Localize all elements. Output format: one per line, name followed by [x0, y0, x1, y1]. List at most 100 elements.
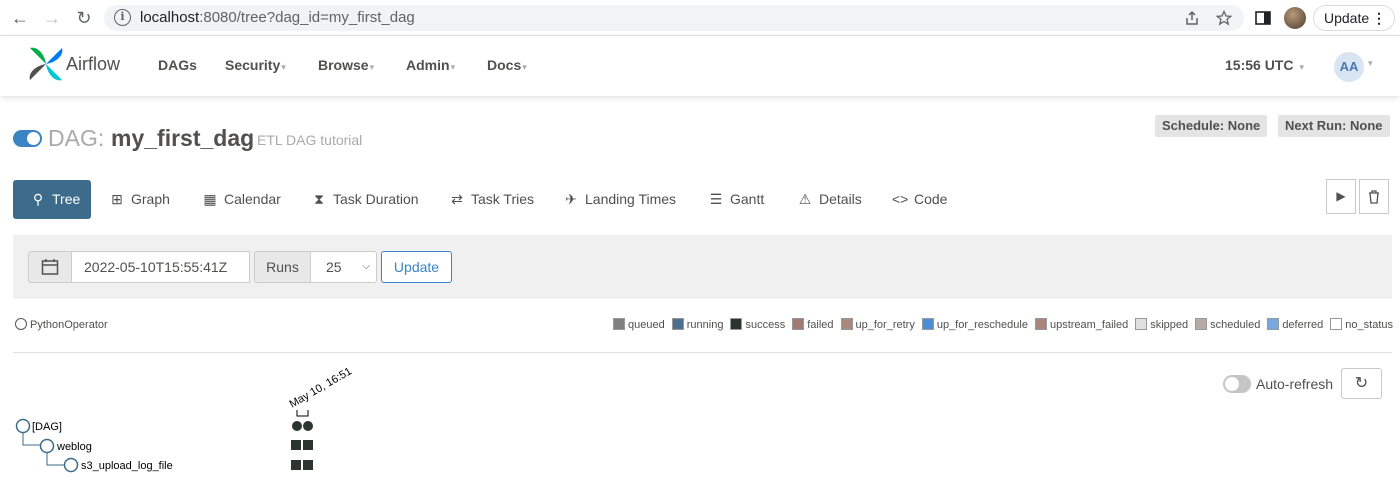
url-text[interactable]: localhost:8080/tree?dag_id=my_first_dag — [140, 9, 415, 26]
nav-browse[interactable]: Browse▾ — [318, 57, 374, 73]
operator-circle-icon — [15, 318, 27, 330]
utc-clock[interactable]: 15:56 UTC ▾ — [1225, 57, 1304, 73]
user-avatar[interactable]: AA — [1334, 52, 1364, 82]
dag-run-status[interactable] — [292, 421, 302, 431]
dag-prefix: DAG: — [48, 125, 105, 151]
tree-node-dag[interactable] — [15, 418, 31, 434]
state-legend-running[interactable]: running — [671, 318, 723, 331]
date-picker-button[interactable] — [28, 251, 72, 283]
state-swatch — [1267, 318, 1280, 330]
state-legend-up-for-reschedule[interactable]: up_for_reschedule — [921, 318, 1028, 331]
nav-security-label: Security — [225, 57, 281, 73]
next-run-badge: Next Run: None — [1278, 115, 1390, 137]
state-legend-up-for-retry[interactable]: up_for_retry — [840, 318, 915, 331]
caret-down-icon: ▾ — [369, 62, 375, 72]
share-icon[interactable] — [1184, 10, 1200, 26]
auto-refresh-toggle[interactable] — [1223, 375, 1251, 393]
tab-code-label: Code — [914, 191, 948, 207]
state-legend-scheduled[interactable]: scheduled — [1195, 318, 1260, 331]
site-info-icon[interactable]: i — [114, 9, 131, 26]
tab-graph[interactable]: ⊞ Graph — [109, 180, 170, 219]
tab-calendar[interactable]: ▦ Calendar — [202, 180, 280, 219]
state-label: failed — [807, 319, 834, 331]
divider — [13, 352, 1392, 353]
profile-avatar[interactable] — [1284, 7, 1306, 29]
toggle-knob — [1225, 377, 1239, 391]
state-swatch — [840, 318, 853, 330]
tab-tree[interactable]: ⚲ Tree — [13, 180, 91, 219]
reload-icon[interactable]: ↻ — [72, 6, 96, 30]
tree-node-weblog[interactable] — [39, 438, 55, 454]
plane-landing-icon: ✈ — [565, 191, 577, 207]
tab-tree-label: Tree — [52, 191, 81, 207]
trigger-dag-button[interactable]: ▶ — [1326, 179, 1356, 214]
forward-arrow-icon[interactable]: → — [40, 6, 64, 30]
nav-docs[interactable]: Docs▾ — [487, 57, 527, 73]
airflow-navbar: Airflow DAGs Security▾ Browse▾ Admin▾ Do… — [0, 36, 1400, 96]
runs-select[interactable]: 25 ⌵ — [310, 251, 377, 283]
task-instance-status[interactable] — [291, 440, 301, 450]
tree-view: May 10, 16:51 [DAG] weblog s3_upload_log… — [15, 365, 354, 473]
tab-task-duration-label: Task Duration — [333, 191, 419, 207]
tab-landing-times[interactable]: ✈ Landing Times — [563, 180, 676, 219]
browser-update-label: Update — [1324, 10, 1370, 26]
run-bracket — [296, 410, 309, 417]
dag-name: my_first_dag — [111, 125, 255, 151]
nav-dags-label: DAGs — [158, 57, 197, 73]
delete-dag-button[interactable] — [1359, 179, 1389, 214]
state-legend-upstream-failed[interactable]: upstream_failed — [1034, 318, 1128, 331]
code-icon: <> — [892, 191, 909, 207]
tree-node-s3-upload[interactable] — [63, 457, 79, 473]
tab-gantt[interactable]: ☰ Gantt — [708, 180, 765, 219]
back-arrow-icon[interactable]: ← — [8, 6, 32, 30]
state-legend-failed[interactable]: failed — [792, 318, 834, 331]
state-label: scheduled — [1210, 319, 1261, 331]
state-legend-skipped[interactable]: skipped — [1135, 318, 1188, 331]
state-legend-no-status[interactable]: no_status — [1330, 318, 1393, 331]
state-swatch — [921, 318, 934, 330]
state-label: up_for_retry — [855, 319, 915, 331]
nav-security[interactable]: Security▾ — [225, 57, 286, 73]
task-instance-status[interactable] — [303, 460, 313, 470]
tab-task-duration[interactable]: ⧗ Task Duration — [311, 180, 419, 219]
tab-gantt-label: Gantt — [730, 191, 765, 207]
state-swatch — [1195, 318, 1208, 330]
state-legend-queued[interactable]: queued — [613, 318, 665, 331]
caret-down-icon: ▾ — [450, 62, 456, 72]
tab-code[interactable]: <> Code — [892, 180, 947, 219]
refresh-button[interactable]: ↻ — [1341, 368, 1382, 399]
task-instance-status[interactable] — [303, 440, 313, 450]
caret-down-icon: ▾ — [522, 62, 527, 72]
dag-run-status[interactable] — [303, 421, 313, 431]
caret-down-icon: ▾ — [281, 62, 286, 72]
refresh-icon: ↻ — [1354, 375, 1369, 392]
tab-details[interactable]: ⚠ Details — [797, 180, 862, 219]
state-swatch — [1330, 318, 1343, 330]
tab-task-tries[interactable]: ⇄ Task Tries — [449, 180, 534, 219]
caret-down-icon[interactable]: ▾ — [1368, 58, 1373, 69]
run-date-label[interactable]: May 10, 16:51 — [288, 365, 354, 410]
chevron-down-icon: ⌵ — [362, 261, 370, 272]
brand-name[interactable]: Airflow — [66, 54, 120, 75]
operator-legend[interactable]: PythonOperator — [15, 318, 108, 331]
nav-dags[interactable]: DAGs — [158, 57, 197, 73]
schedule-badge: Schedule: None — [1155, 115, 1268, 137]
state-legend-success[interactable]: success — [730, 318, 785, 331]
star-icon[interactable] — [1216, 10, 1232, 26]
task-instance-status[interactable] — [291, 460, 301, 470]
state-label: up_for_reschedule — [936, 319, 1028, 331]
dag-pause-toggle[interactable] — [13, 130, 42, 147]
calendar-icon: ▦ — [203, 191, 217, 207]
base-date-input[interactable]: 2022-05-10T15:55:41Z — [72, 251, 250, 283]
state-legend-deferred[interactable]: deferred — [1267, 318, 1323, 331]
tab-graph-label: Graph — [131, 191, 170, 207]
more-icon: ⋮ — [1372, 10, 1386, 26]
state-swatch — [792, 318, 805, 330]
trash-icon — [1369, 190, 1379, 204]
browser-update-button[interactable]: Update ⋮ — [1313, 5, 1395, 31]
airflow-logo-icon[interactable] — [26, 44, 66, 84]
address-bar[interactable]: i localhost:8080/tree?dag_id=my_first_da… — [104, 5, 1244, 31]
update-button[interactable]: Update — [381, 251, 452, 283]
side-panel-icon[interactable] — [1255, 10, 1271, 26]
nav-admin[interactable]: Admin▾ — [406, 57, 455, 73]
